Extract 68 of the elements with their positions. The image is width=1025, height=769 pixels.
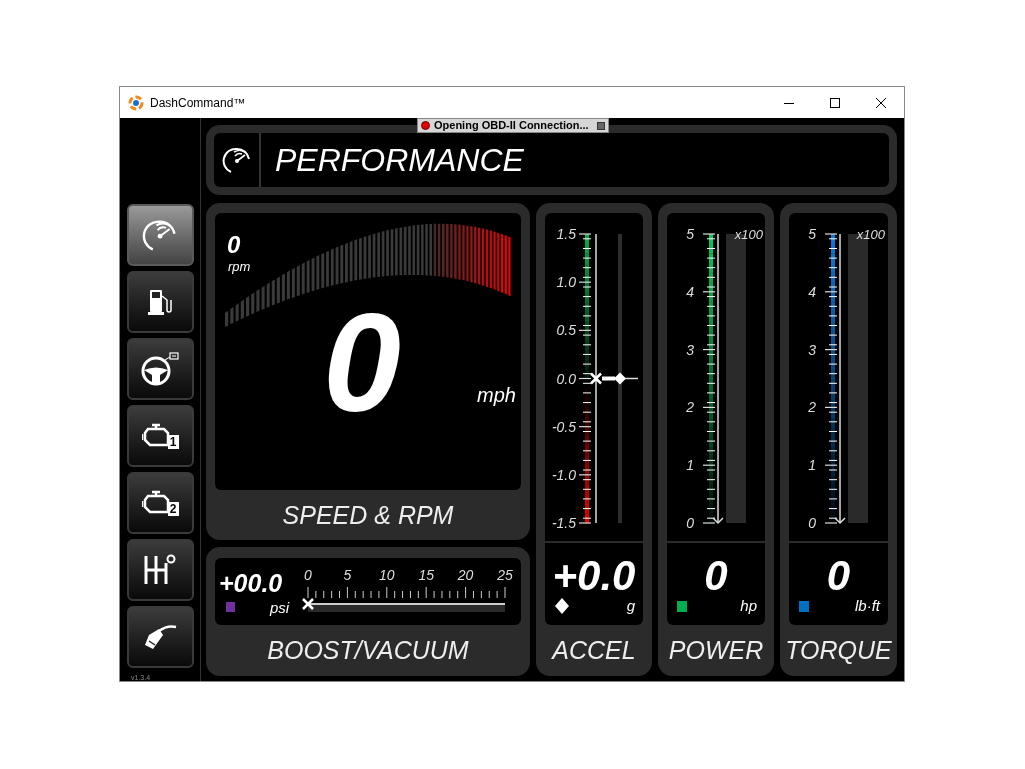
fuel-nozzle-icon xyxy=(143,623,177,651)
status-text: Opening OBD-II Connection... xyxy=(434,120,589,131)
sidebar-button[interactable] xyxy=(126,204,194,266)
meter-unit: hp xyxy=(740,598,757,613)
scale-label: 5 xyxy=(686,226,694,242)
sidebar-button[interactable] xyxy=(126,338,194,400)
speed-unit: mph xyxy=(477,385,516,405)
steering-wheel-icon xyxy=(140,351,180,387)
scale-label: 20 xyxy=(457,567,474,583)
sidebar-button[interactable] xyxy=(126,606,194,668)
rpm-reading: 0 xyxy=(227,233,241,257)
scale-label: 4 xyxy=(808,283,816,300)
scale-label: 15 xyxy=(418,567,434,583)
close-icon xyxy=(876,97,886,108)
window-title: DashCommand™ xyxy=(150,94,246,112)
scale-label: 0.5 xyxy=(556,322,576,339)
page-title: PERFORMANCE xyxy=(275,144,524,176)
scale-label: 1 xyxy=(808,457,816,474)
panel-title: SPEED & RPM xyxy=(282,502,454,528)
rpm-unit: rpm xyxy=(228,260,251,273)
scale-label: 0 xyxy=(686,515,694,531)
meter-reading: 0 xyxy=(703,555,729,597)
meter-unit: g xyxy=(626,598,635,613)
fuel-pump-icon xyxy=(148,288,172,316)
diamond-icon xyxy=(555,598,569,614)
boost-unit: psi xyxy=(270,600,290,615)
panel-title: BOOST/VACUUM xyxy=(267,638,469,663)
multiplier-label: x100 xyxy=(856,227,885,242)
scale-label: 3 xyxy=(808,341,816,358)
meter-reading: 0 xyxy=(825,555,852,597)
sidebar-button[interactable] xyxy=(126,539,194,601)
meter-unit: lb·ft xyxy=(855,598,880,613)
meter-reading: +0.0 xyxy=(551,555,637,597)
scale-label: 0.0 xyxy=(556,370,576,387)
scale-label: -1.0 xyxy=(551,466,576,483)
panel-title: TORQUE xyxy=(785,638,892,663)
engine-number-badge: 2 xyxy=(167,502,179,516)
speed-reading: 0 xyxy=(323,293,401,433)
sidebar-button[interactable]: 1 xyxy=(126,405,194,467)
gauge-icon xyxy=(142,217,178,253)
boost-reading: +00.0 xyxy=(219,571,283,596)
engine-number-badge: 1 xyxy=(167,435,179,449)
gear-shifter-icon xyxy=(143,554,177,586)
scale-label: 1.0 xyxy=(556,274,576,291)
scale-label: -1.5 xyxy=(551,515,576,531)
status-indicator xyxy=(421,121,430,130)
scale-label: 2 xyxy=(808,399,816,416)
scale-label: 0 xyxy=(304,567,312,583)
scale-label: -0.5 xyxy=(551,418,576,435)
scale-label: 4 xyxy=(686,283,694,300)
scale-label: 0 xyxy=(808,515,816,531)
scale-label: 2 xyxy=(686,399,694,416)
app-logo-icon xyxy=(128,94,144,111)
scale-label: 1.5 xyxy=(556,226,576,242)
panel-title: POWER xyxy=(668,638,764,663)
sidebar-button[interactable] xyxy=(126,271,194,333)
maximize-icon xyxy=(830,97,840,108)
scale-label: 25 xyxy=(497,567,513,583)
panel-title: ACCEL xyxy=(552,638,636,663)
scale-label: 3 xyxy=(686,341,694,358)
scale-label: 5 xyxy=(808,226,816,242)
scale-label: 10 xyxy=(379,567,395,583)
multiplier-label: x100 xyxy=(734,227,763,242)
gauge-icon xyxy=(221,145,252,175)
scale-label: 5 xyxy=(343,567,352,583)
sidebar-button[interactable]: 2 xyxy=(126,472,194,534)
popup-close-icon xyxy=(596,121,605,130)
scale-label: 1 xyxy=(686,457,694,474)
